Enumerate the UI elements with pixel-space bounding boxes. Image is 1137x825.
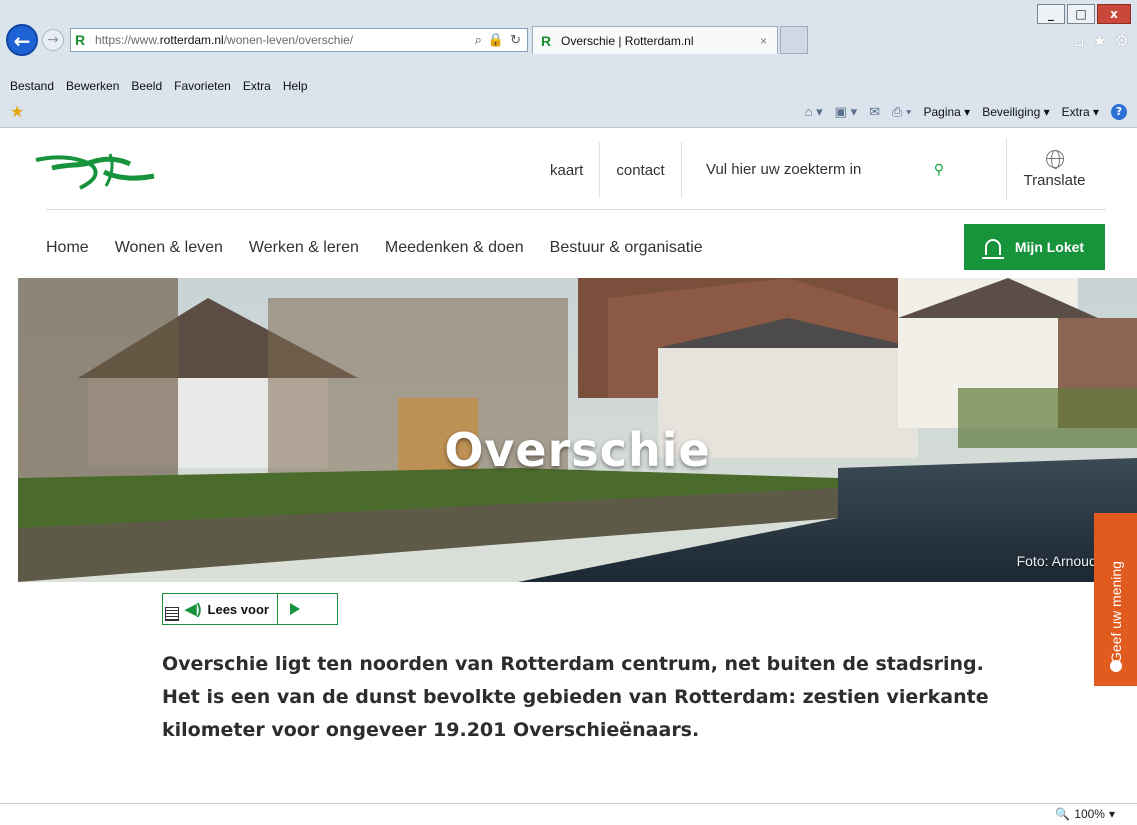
status-bar: 🔍 100% ▾ — [0, 803, 1137, 825]
tab-overschie[interactable]: R Overschie | Rotterdam.nl × — [532, 26, 778, 54]
globe-icon — [1045, 149, 1064, 169]
nav-item-wonen-leven[interactable]: Wonen & leven — [115, 239, 223, 257]
intro-paragraph: Overschie ligt ten noorden van Rotterdam… — [162, 653, 989, 741]
zoom-control[interactable]: 🔍 100% ▾ — [1055, 807, 1115, 821]
url-path: /wonen-leven/overschie/ — [223, 33, 354, 47]
new-tab-button[interactable] — [780, 26, 808, 54]
menu-item-bewerken[interactable]: Bewerken — [66, 79, 119, 93]
search-input[interactable]: Vul hier uw zoekterm in — [706, 161, 934, 178]
hero-banner: Overschie Foto: Arnoud Ve — [18, 278, 1137, 582]
menu-item-favorieten[interactable]: Favorieten — [174, 79, 231, 93]
print-icon[interactable]: ⎙ ▾ — [892, 104, 911, 120]
feedback-tab[interactable]: Geef uw mening — [1094, 513, 1137, 686]
top-links: kaart contact — [534, 136, 682, 204]
zoom-dropdown-icon[interactable]: ▾ — [1109, 807, 1115, 821]
speaker-icon: ◀) — [185, 601, 202, 618]
menu-item-bestand[interactable]: Bestand — [10, 79, 54, 93]
nav-item-werken-leren[interactable]: Werken & leren — [249, 239, 359, 257]
url-prefix: https://www. — [95, 33, 160, 47]
help-icon[interactable]: ? — [1111, 104, 1127, 120]
readspeaker-divider — [276, 594, 278, 624]
tab-close-icon[interactable]: × — [760, 34, 767, 48]
extra-menu[interactable]: Extra ▾ — [1062, 105, 1099, 119]
menu-item-extra[interactable]: Extra — [243, 79, 271, 93]
menu-item-beeld[interactable]: Beeld — [131, 79, 162, 93]
window-controls: _ □ x — [1037, 4, 1131, 24]
favorites-star-icon[interactable]: ★ — [1092, 31, 1106, 50]
home-page-icon[interactable]: ⌂ ▾ — [805, 104, 823, 120]
nav-item-home[interactable]: Home — [46, 239, 89, 257]
nav-item-bestuur-organisatie[interactable]: Bestuur & organisatie — [550, 239, 703, 257]
pagina-menu[interactable]: Pagina ▾ — [923, 105, 970, 119]
navigation-bar: ← → R https://www. rotterdam.nl /wonen-l… — [6, 24, 1131, 56]
close-window-button[interactable]: x — [1097, 4, 1131, 24]
home-icon[interactable]: ⌂ — [1074, 31, 1084, 50]
url-domain: rotterdam.nl — [159, 33, 224, 47]
minimize-button[interactable]: _ — [1037, 4, 1065, 24]
zoom-magnifier-icon: 🔍 — [1055, 807, 1071, 821]
web-page: kaart contact Vul hier uw zoekterm in ⚲ … — [0, 128, 1137, 803]
site-search[interactable]: Vul hier uw zoekterm in ⚲ — [706, 154, 944, 184]
settings-gear-icon[interactable]: ⚙ — [1115, 31, 1129, 50]
back-button[interactable]: ← — [6, 24, 38, 56]
refresh-icon[interactable]: ↻ — [510, 32, 521, 48]
tab-title: Overschie | Rotterdam.nl — [561, 33, 694, 48]
search-icon[interactable]: ⌕ — [475, 32, 482, 48]
forward-button[interactable]: → — [42, 29, 64, 51]
link-contact[interactable]: contact — [600, 142, 682, 198]
main-navigation: Home Wonen & leven Werken & leren Meeden… — [46, 228, 703, 268]
lock-icon[interactable]: 🔒 — [488, 32, 504, 48]
address-tools: ⌕ 🔒 ↻ — [475, 32, 527, 48]
menu-item-help[interactable]: Help — [283, 79, 308, 93]
readspeaker-menu-icon[interactable] — [165, 607, 179, 621]
loket-bell-icon — [981, 239, 1004, 259]
favorites-bar: ★ ⌂ ▾ ▣ ▾ ✉ ⎙ ▾ Pagina ▾ Beveiliging ▾ E… — [0, 98, 1137, 126]
site-favicon-icon: R — [75, 32, 86, 48]
mail-icon[interactable]: ✉ — [869, 104, 880, 120]
mijn-loket-label: Mijn Loket — [1014, 239, 1085, 255]
header-divider — [46, 209, 1106, 210]
maximize-button[interactable]: □ — [1067, 4, 1095, 24]
tab-favicon-icon: R — [541, 32, 552, 49]
search-icon[interactable]: ⚲ — [934, 161, 944, 178]
zoom-level: 100% — [1074, 807, 1105, 821]
site-header: kaart contact Vul hier uw zoekterm in ⚲ … — [0, 128, 1137, 278]
browser-tools: ⌂ ★ ⚙ — [1074, 31, 1131, 50]
mijn-loket-button[interactable]: Mijn Loket — [964, 224, 1105, 270]
translate-button[interactable]: Translate — [1006, 138, 1102, 200]
readspeaker-bar[interactable]: ◀) Lees voor — [162, 593, 338, 625]
menu-bar: Bestand Bewerken Beeld Favorieten Extra … — [0, 76, 1137, 96]
address-bar[interactable]: R https://www. rotterdam.nl /wonen-leven… — [70, 28, 528, 52]
beveiliging-menu[interactable]: Beveiliging ▾ — [982, 105, 1049, 119]
lees-voor-button[interactable]: Lees voor — [208, 602, 269, 617]
feedback-label: Geef uw mening — [1108, 561, 1124, 663]
add-favorite-icon[interactable]: ★ — [10, 102, 24, 122]
translate-label: Translate — [1023, 171, 1086, 189]
link-kaart[interactable]: kaart — [534, 142, 601, 198]
nav-item-meedenken-doen[interactable]: Meedenken & doen — [385, 239, 524, 257]
rotterdam-logo[interactable] — [34, 150, 164, 190]
rss-feed-icon[interactable]: ▣ ▾ — [835, 104, 857, 120]
play-icon[interactable] — [289, 603, 300, 615]
hero-title: Overschie — [444, 423, 711, 477]
browser-chrome: _ □ x ← → R https://www. rotterdam.nl /w… — [0, 0, 1137, 128]
feedback-speech-icon — [1110, 660, 1122, 672]
command-bar: ⌂ ▾ ▣ ▾ ✉ ⎙ ▾ Pagina ▾ Beveiliging ▾ Ext… — [805, 104, 1127, 120]
